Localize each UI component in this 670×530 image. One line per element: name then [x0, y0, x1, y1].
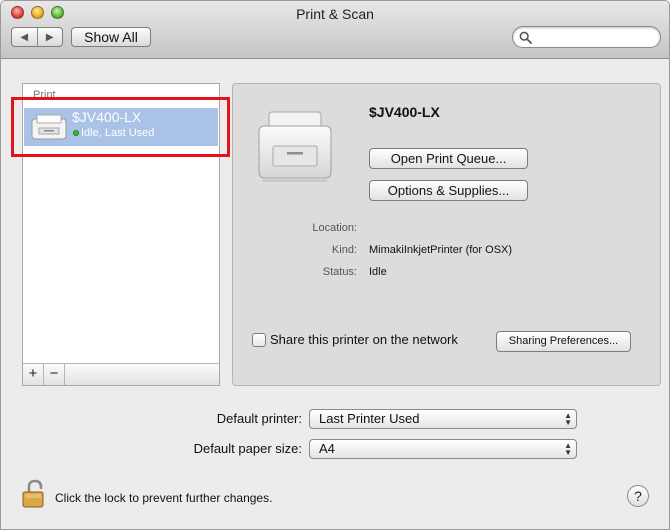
printer-icon: [258, 111, 332, 182]
help-button[interactable]: ?: [627, 485, 649, 507]
share-printer-label[interactable]: Share this printer on the network: [270, 332, 458, 347]
status-label: Status:: [322, 266, 357, 278]
default-printer-value: Last Printer Used: [319, 411, 420, 426]
default-paper-size-value: A4: [319, 441, 335, 456]
search-input[interactable]: [512, 26, 661, 48]
add-printer-button[interactable]: +: [23, 364, 44, 385]
default-printer-select[interactable]: Last Printer Used ▲ ▼: [309, 409, 577, 429]
forward-arrow-icon: ▶: [45, 31, 54, 43]
detail-printer-name: $JV400-LX: [369, 104, 440, 120]
print-scan-window: Print & Scan ◀ ▶ Show All Print $JV400-L…: [0, 0, 670, 530]
location-label: Location:: [312, 222, 357, 234]
back-forward-control: ◀ ▶: [11, 27, 63, 47]
lock-icon[interactable]: [21, 479, 47, 509]
kind-label: Kind:: [331, 244, 357, 256]
lock-label: Click the lock to prevent further change…: [55, 491, 273, 505]
titlebar: Print & Scan ◀ ▶ Show All: [1, 1, 669, 59]
show-all-button[interactable]: Show All: [71, 27, 151, 47]
back-arrow-icon: ◀: [20, 31, 29, 43]
open-print-queue-button[interactable]: Open Print Queue...: [369, 148, 528, 169]
window-title: Print & Scan: [296, 6, 374, 22]
printer-detail-panel: $JV400-LX Open Print Queue... Options & …: [232, 83, 661, 386]
kind-value: MimakiInkjetPrinter (for OSX): [369, 244, 513, 256]
remove-printer-button[interactable]: −: [44, 364, 65, 385]
search-icon: [519, 31, 532, 44]
default-printer-label: Default printer:: [216, 411, 302, 426]
status-value: Idle: [369, 266, 387, 278]
options-supplies-button[interactable]: Options & Supplies...: [369, 180, 528, 201]
default-paper-size-select[interactable]: A4 ▲ ▼: [309, 439, 577, 459]
highlight-annotation: [11, 97, 230, 157]
forward-button[interactable]: ▶: [36, 28, 63, 46]
popup-arrows-icon: ▲ ▼: [564, 411, 572, 427]
default-paper-size-label: Default paper size:: [193, 441, 302, 456]
sharing-preferences-button[interactable]: Sharing Preferences...: [496, 331, 631, 352]
back-button[interactable]: ◀: [12, 28, 37, 46]
list-footer-bar: + −: [23, 363, 219, 385]
share-printer-checkbox[interactable]: [252, 333, 266, 347]
popup-arrows-icon: ▲ ▼: [564, 441, 572, 457]
